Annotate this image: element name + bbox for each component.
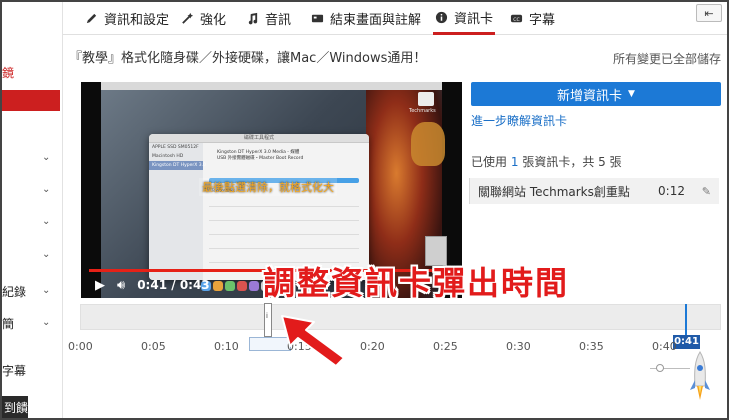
music-note-icon: [248, 12, 258, 25]
svg-text:CC: CC: [513, 17, 519, 23]
add-card-label: 新增資訊卡: [557, 88, 623, 104]
pencil-icon: [86, 13, 97, 24]
video-window-sidebar-row: Kingston DT HyperX 3.0: [149, 161, 206, 170]
timeline-zoom-handle[interactable]: [656, 364, 664, 372]
magic-wand-icon: [182, 12, 194, 24]
usage-count: 1: [510, 155, 519, 169]
tab-enhance[interactable]: 強化: [181, 2, 226, 35]
tab-label: 資訊卡: [454, 11, 494, 27]
timeline-tick: 0:35: [579, 340, 604, 353]
left-sidebar: 鏡 ⌄ ⌄ ⌄ ⌄ 紀錄 ⌄ 簡 ⌄ 字幕 到饋: [2, 2, 60, 418]
video-window-sidebar: APPLE SSD SM0512F Macintosh HD Kingston …: [149, 143, 206, 280]
video-mac-menubar: [101, 82, 442, 90]
sidebar-fragment-2[interactable]: 紀錄: [2, 283, 26, 300]
sidebar-fragment-3[interactable]: 簡: [2, 315, 14, 332]
annotation-arrow-icon: [281, 315, 345, 367]
video-window-sidebar-row: Macintosh HD: [152, 154, 184, 159]
end-screen-icon: [311, 14, 324, 23]
save-status: 所有變更已全部儲存: [612, 52, 721, 66]
tab-label: 結束畫面與註解: [330, 13, 422, 28]
info-icon: [435, 11, 448, 23]
card-usage: 已使用 1 張資訊卡，共 5 張: [471, 153, 622, 170]
video-window-info-line: USB 外接實體磁碟・Master Boot Record: [217, 156, 304, 161]
tab-info-settings[interactable]: 資訊和設定: [85, 2, 169, 35]
usage-max: 5: [598, 155, 606, 169]
chevron-down-icon[interactable]: ⌄: [42, 184, 50, 195]
timeline-tick: 0:05: [141, 340, 166, 353]
timeline-tick: 0:40: [652, 340, 677, 353]
play-icon[interactable]: ▶: [95, 278, 105, 293]
add-card-button[interactable]: 新增資訊卡 ▼: [471, 82, 721, 106]
drive-icon: [418, 92, 434, 106]
sidebar-fragment-4[interactable]: 字幕: [2, 362, 26, 379]
duration: 0:43: [179, 278, 210, 292]
tab-subtitles[interactable]: CC 字幕: [510, 2, 555, 35]
tab-label: 音訊: [265, 13, 292, 28]
rocket-icon: [690, 351, 710, 400]
main-panel: 資訊和設定 強化 音訊 結束畫面與註解 資訊卡 CC 字幕 ⇤ 『教學』格式化隨…: [62, 2, 728, 418]
timeline-tick: 0:20: [360, 340, 385, 353]
card-timeline-marker[interactable]: i: [264, 303, 272, 337]
card-timeline[interactable]: [80, 304, 721, 330]
card-title: 關聯網站 Techmarks創重點: [478, 184, 630, 199]
usage-suffix: 張: [609, 155, 622, 169]
back-button[interactable]: ⇤: [696, 4, 722, 22]
caret-down-icon: ▼: [628, 89, 635, 99]
annotation-text: 調整資訊卡彈出時間: [263, 264, 570, 302]
video-window-divider: [209, 248, 359, 249]
video-window-divider: [209, 234, 359, 235]
timeline-tick: 0:00: [68, 340, 93, 353]
timeline-tick: 0:10: [214, 340, 239, 353]
volume-icon[interactable]: 🔊︎: [117, 278, 125, 293]
video-window-sidebar-row: APPLE SSD SM0512F: [152, 145, 199, 150]
learn-more-link[interactable]: 進一步瞭解資訊卡: [471, 112, 567, 129]
tab-cards[interactable]: 資訊卡: [433, 2, 496, 35]
editor-tabs: 資訊和設定 強化 音訊 結束畫面與註解 資訊卡 CC 字幕 ⇤: [63, 2, 728, 35]
usage-mid: 張資訊卡，共: [522, 155, 595, 169]
usage-prefix: 已使用: [471, 155, 508, 169]
sidebar-active-item[interactable]: [2, 90, 60, 111]
tab-audio[interactable]: 音訊: [246, 2, 291, 35]
video-caption: 最後點選清除，就格式化大: [199, 178, 337, 196]
video-drive-label: Techmarks: [409, 108, 436, 114]
video-wallpaper-figure: [411, 122, 445, 166]
video-window-title: 磁碟工具程式: [149, 134, 369, 143]
video-time: 0:41 / 0:43: [137, 278, 210, 292]
tab-label: 字幕: [529, 13, 556, 28]
card-list-item[interactable]: 關聯網站 Techmarks創重點 0:12 ✎: [469, 178, 719, 204]
current-time: 0:41: [137, 278, 168, 292]
chevron-down-icon[interactable]: ⌄: [42, 216, 50, 227]
chevron-down-icon[interactable]: ⌄: [42, 317, 50, 328]
tab-label: 強化: [200, 13, 227, 28]
card-marker-label: i: [266, 312, 268, 320]
video-window-divider: [209, 220, 359, 221]
video-title: 『教學』格式化隨身碟／外接硬碟，讓Mac／Windows通用！: [69, 51, 427, 66]
timeline-tick: 0:30: [506, 340, 531, 353]
timeline-tick: 0:25: [433, 340, 458, 353]
video-window-info: Kingston DT HyperX 3.0 Media - 媒體 USB 外接…: [217, 149, 303, 161]
card-time: 0:12: [658, 184, 685, 198]
chevron-down-icon[interactable]: ⌄: [42, 285, 50, 296]
tab-end-screen-annotations[interactable]: 結束畫面與註解: [311, 2, 421, 35]
timeline-playhead[interactable]: [685, 304, 687, 338]
timeline-playhead-label: 0:41: [673, 335, 700, 349]
edit-pencil-icon[interactable]: ✎: [702, 185, 711, 198]
chevron-down-icon[interactable]: ⌄: [42, 152, 50, 163]
sidebar-feedback-button[interactable]: 到饋: [2, 396, 28, 418]
sidebar-fragment-1[interactable]: 鏡: [2, 64, 14, 81]
tab-label: 資訊和設定: [104, 13, 170, 28]
chevron-down-icon[interactable]: ⌄: [42, 249, 50, 260]
video-window-divider: [209, 206, 359, 207]
cc-icon: CC: [510, 14, 523, 23]
